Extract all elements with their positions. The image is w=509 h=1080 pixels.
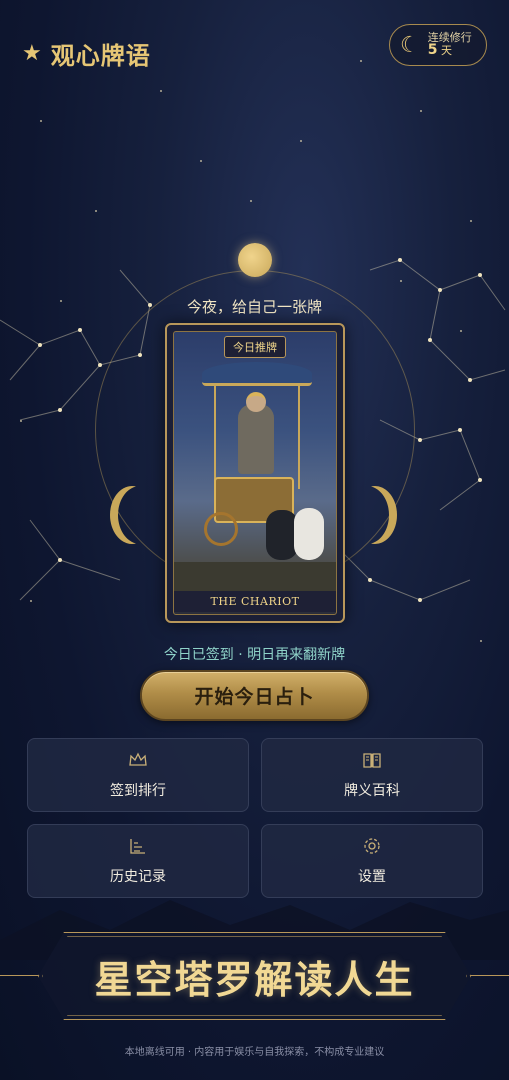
streak-badge[interactable]: ☾ 连续修行 5 天 — [389, 24, 487, 66]
menu-history[interactable]: 历史记录 — [27, 824, 249, 898]
wheel-art — [204, 512, 238, 546]
streak-value: 5 天 — [428, 43, 472, 58]
menu-label: 设置 — [358, 869, 386, 885]
tarot-card-art: 今日推牌 THE CHARIOT — [173, 331, 337, 615]
menu-card-encyclopedia[interactable]: 牌义百科 — [261, 738, 483, 812]
banner-ornament-right — [469, 975, 509, 976]
star-icon: ★ — [22, 41, 43, 66]
moon-icon: ☾ — [400, 32, 420, 58]
banner-title: 星空塔罗解读人生 — [94, 956, 415, 1002]
gear-icon — [364, 838, 380, 854]
app-title: ★ 观心牌语 — [22, 36, 151, 71]
pole-art — [298, 384, 300, 489]
canopy-art — [202, 362, 312, 386]
tarot-card[interactable]: 今日推牌 THE CHARIOT — [165, 323, 345, 623]
white-horse-art — [294, 508, 324, 560]
streak-unit: 天 — [440, 44, 452, 58]
header: ★ 观心牌语 ☾ 连续修行 5 天 — [0, 0, 509, 100]
history-icon — [130, 839, 145, 854]
footer-disclaimer: 本地离线可用 · 内容用于娱乐与自我探索，不构成专业建议 — [124, 1047, 385, 1058]
menu-label: 签到排行 — [110, 783, 166, 799]
book-icon — [363, 753, 381, 768]
menu-grid: 签到排行 牌义百科 历史记录 设置 — [27, 738, 483, 898]
card-name: THE CHARIOT — [174, 591, 336, 612]
menu-label: 牌义百科 — [344, 783, 400, 799]
sun-icon — [238, 243, 272, 277]
crescent-moon-right-icon — [353, 486, 397, 544]
app-name: 观心牌语 — [50, 42, 151, 70]
menu-checkin-ranking[interactable]: 签到排行 — [27, 738, 249, 812]
menu-label: 历史记录 — [110, 869, 166, 885]
card-tag: 今日推牌 — [224, 336, 286, 358]
crescent-moon-left-icon — [110, 486, 154, 544]
pole-art — [214, 384, 216, 489]
menu-settings[interactable]: 设置 — [261, 824, 483, 898]
start-reading-button[interactable]: 开始今日占卜 — [140, 670, 369, 721]
subtitle: 今夜，给自己一张牌 — [186, 298, 322, 316]
crown-icon — [129, 752, 147, 766]
checkin-status: 今日已签到 · 明日再来翻新牌 — [163, 647, 346, 663]
banner-ornament-left — [0, 975, 40, 976]
charioteer-head-art — [246, 392, 266, 412]
charioteer-art — [238, 404, 274, 474]
ground-art — [174, 562, 336, 592]
slogan-banner: 星空塔罗解读人生 — [38, 932, 471, 1020]
